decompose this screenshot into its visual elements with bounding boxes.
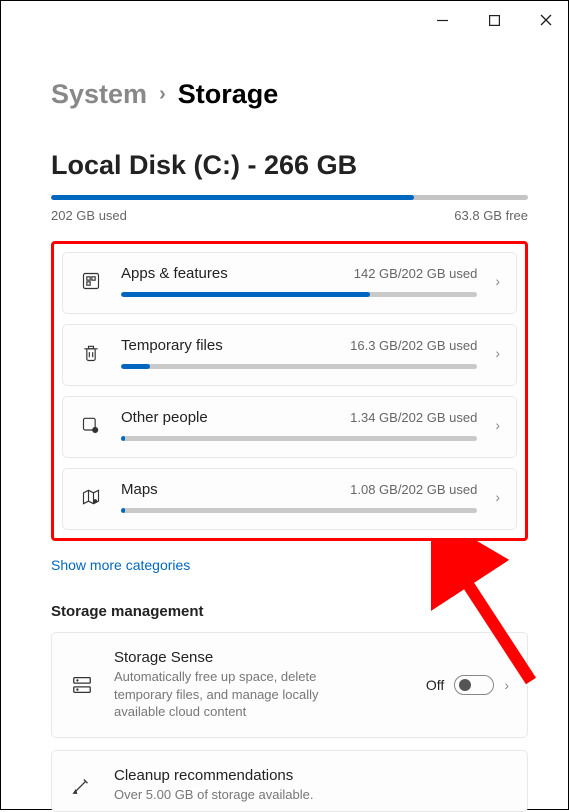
cleanup-recommendations-card[interactable]: Cleanup recommendations Over 5.00 GB of … [51, 750, 528, 812]
category-bar [121, 364, 477, 369]
maps-icon [79, 485, 103, 509]
maximize-button[interactable] [480, 6, 508, 34]
toggle-label: Off [426, 677, 444, 693]
category-name: Apps & features [121, 265, 228, 282]
disk-used-label: 202 GB used [51, 208, 127, 223]
storage-sense-card[interactable]: Storage Sense Automatically free up spac… [51, 632, 528, 738]
chevron-right-icon: › [495, 345, 500, 361]
storage-management-heading: Storage management [51, 603, 528, 620]
category-card-apps-features[interactable]: Apps & features 142 GB/202 GB used › [62, 252, 517, 314]
trash-icon [79, 341, 103, 365]
category-card-temporary-files[interactable]: Temporary files 16.3 GB/202 GB used › [62, 324, 517, 386]
cleanup-desc: Over 5.00 GB of storage available. [114, 786, 354, 804]
category-usage: 1.08 GB/202 GB used [350, 482, 477, 497]
cleanup-title: Cleanup recommendations [114, 767, 509, 784]
category-bar [121, 292, 477, 297]
breadcrumb: System › Storage [51, 79, 528, 110]
apps-icon [79, 269, 103, 293]
minimize-button[interactable] [428, 6, 456, 34]
storage-sense-icon [70, 673, 94, 697]
category-usage: 1.34 GB/202 GB used [350, 410, 477, 425]
cleanup-icon [70, 773, 94, 797]
category-name: Maps [121, 481, 158, 498]
disk-free-label: 63.8 GB free [454, 208, 528, 223]
category-name: Other people [121, 409, 208, 426]
storage-sense-desc: Automatically free up space, delete temp… [114, 668, 354, 721]
breadcrumb-parent[interactable]: System [51, 79, 147, 110]
category-card-maps[interactable]: Maps 1.08 GB/202 GB used › [62, 468, 517, 530]
category-bar [121, 436, 477, 441]
show-more-categories-link[interactable]: Show more categories [51, 557, 190, 573]
chevron-right-icon: › [504, 677, 509, 693]
category-usage: 142 GB/202 GB used [354, 266, 478, 281]
chevron-right-icon: › [159, 83, 166, 106]
disk-title: Local Disk (C:) - 266 GB [51, 150, 528, 181]
chevron-right-icon: › [495, 489, 500, 505]
close-button[interactable] [532, 6, 560, 34]
storage-sense-title: Storage Sense [114, 649, 406, 666]
disk-usage-bar [51, 195, 528, 200]
storage-sense-toggle[interactable] [454, 675, 494, 695]
page-title: Storage [178, 79, 279, 110]
chevron-right-icon: › [495, 417, 500, 433]
category-card-other-people[interactable]: Other people 1.34 GB/202 GB used › [62, 396, 517, 458]
category-usage: 16.3 GB/202 GB used [350, 338, 477, 353]
people-icon [79, 413, 103, 437]
category-name: Temporary files [121, 337, 223, 354]
highlight-annotation: Apps & features142 GB/202 GB used›Tempor… [51, 241, 528, 541]
chevron-right-icon: › [495, 273, 500, 289]
category-bar [121, 508, 477, 513]
